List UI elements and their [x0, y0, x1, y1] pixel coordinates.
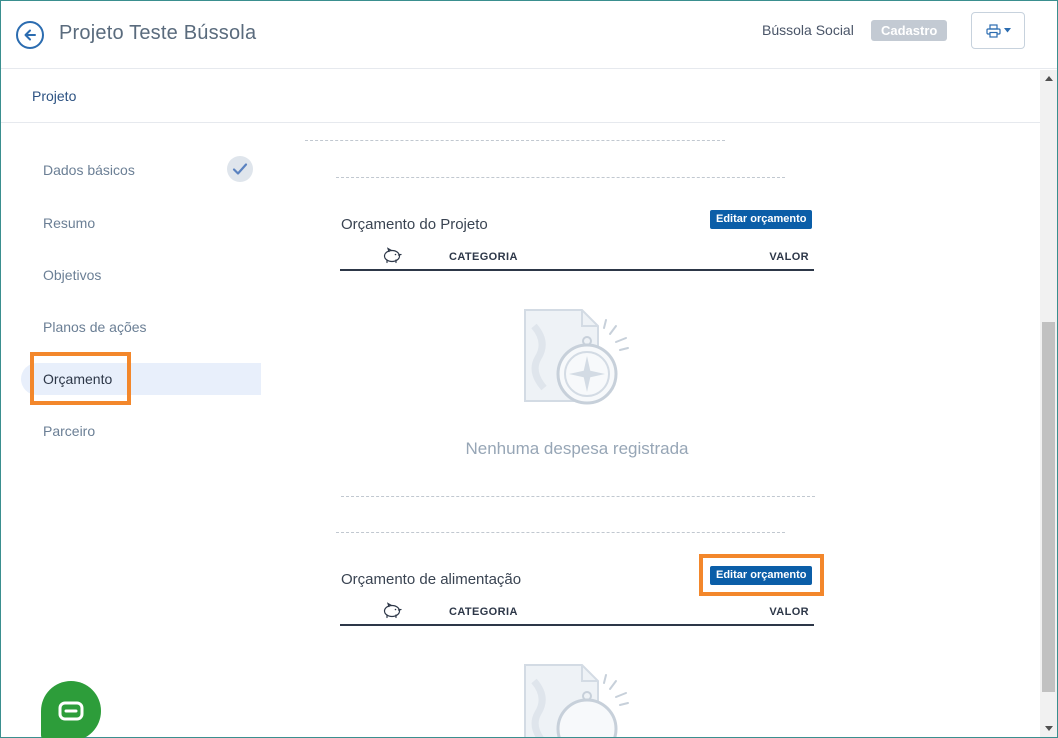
column-header-valor[interactable]: VALOR [769, 251, 809, 263]
printer-icon [985, 23, 1001, 38]
page-title: Projeto Teste Bússola [59, 22, 257, 44]
scroll-up-arrow-icon[interactable] [1040, 70, 1057, 87]
header: Projeto Teste Bússola Bússola Social Cad… [1, 1, 1057, 69]
back-button[interactable] [16, 21, 44, 49]
sidebar: Dados básicos Resumo Objetivos Planos de… [1, 124, 281, 724]
breadcrumb-bar: Projeto [1, 70, 1041, 123]
sidebar-item-dados-basicos[interactable]: Dados básicos [21, 154, 261, 186]
sidebar-item-label: Parceiro [43, 423, 96, 439]
divider [305, 140, 725, 141]
scroll-down-arrow-icon[interactable] [1040, 720, 1057, 737]
empty-compass-illustration [524, 664, 629, 737]
sidebar-item-parceiro[interactable]: Parceiro [21, 415, 261, 447]
edit-food-budget-button[interactable]: Editar orçamento [710, 566, 813, 585]
table-header: CATEGORIA VALOR [340, 598, 814, 626]
sidebar-item-label: Planos de ações [43, 319, 147, 335]
breadcrumb[interactable]: Projeto [32, 88, 76, 104]
sidebar-item-label: Orçamento [43, 371, 113, 387]
column-header-categoria[interactable]: CATEGORIA [449, 606, 518, 618]
chat-widget-button[interactable] [41, 681, 101, 738]
divider [336, 532, 785, 533]
column-header-categoria[interactable]: CATEGORIA [449, 251, 518, 263]
print-dropdown-button[interactable] [971, 12, 1025, 49]
vertical-scrollbar[interactable] [1040, 70, 1057, 737]
status-badge: Cadastro [871, 20, 948, 41]
org-name: Bússola Social [762, 22, 854, 38]
chat-icon [58, 701, 84, 721]
section-title-orcamento-alimentacao: Orçamento de alimentação [341, 571, 522, 588]
caret-down-icon [1003, 28, 1011, 33]
sidebar-item-label: Resumo [43, 215, 96, 231]
scrollbar-thumb[interactable] [1042, 322, 1055, 692]
section-title-orcamento-projeto: Orçamento do Projeto [341, 216, 488, 233]
column-header-valor[interactable]: VALOR [769, 606, 809, 618]
empty-compass-illustration [524, 309, 629, 405]
edit-budget-button[interactable]: Editar orçamento [710, 210, 813, 229]
sidebar-item-resumo[interactable]: Resumo [21, 207, 261, 239]
piggy-bank-icon [382, 601, 402, 624]
arrow-left-icon [24, 29, 36, 41]
divider [341, 496, 815, 497]
sidebar-item-orcamento[interactable]: Orçamento [21, 363, 261, 395]
sidebar-item-objetivos[interactable]: Objetivos [21, 259, 261, 291]
sidebar-item-label: Objetivos [43, 267, 102, 283]
check-icon [227, 156, 253, 182]
piggy-bank-icon [382, 246, 402, 269]
empty-state-text: Nenhuma despesa registrada [465, 439, 689, 458]
sidebar-item-label: Dados básicos [43, 162, 135, 178]
divider [336, 177, 785, 178]
sidebar-item-planos-de-acoes[interactable]: Planos de ações [21, 311, 261, 343]
table-header: CATEGORIA VALOR [340, 243, 814, 271]
